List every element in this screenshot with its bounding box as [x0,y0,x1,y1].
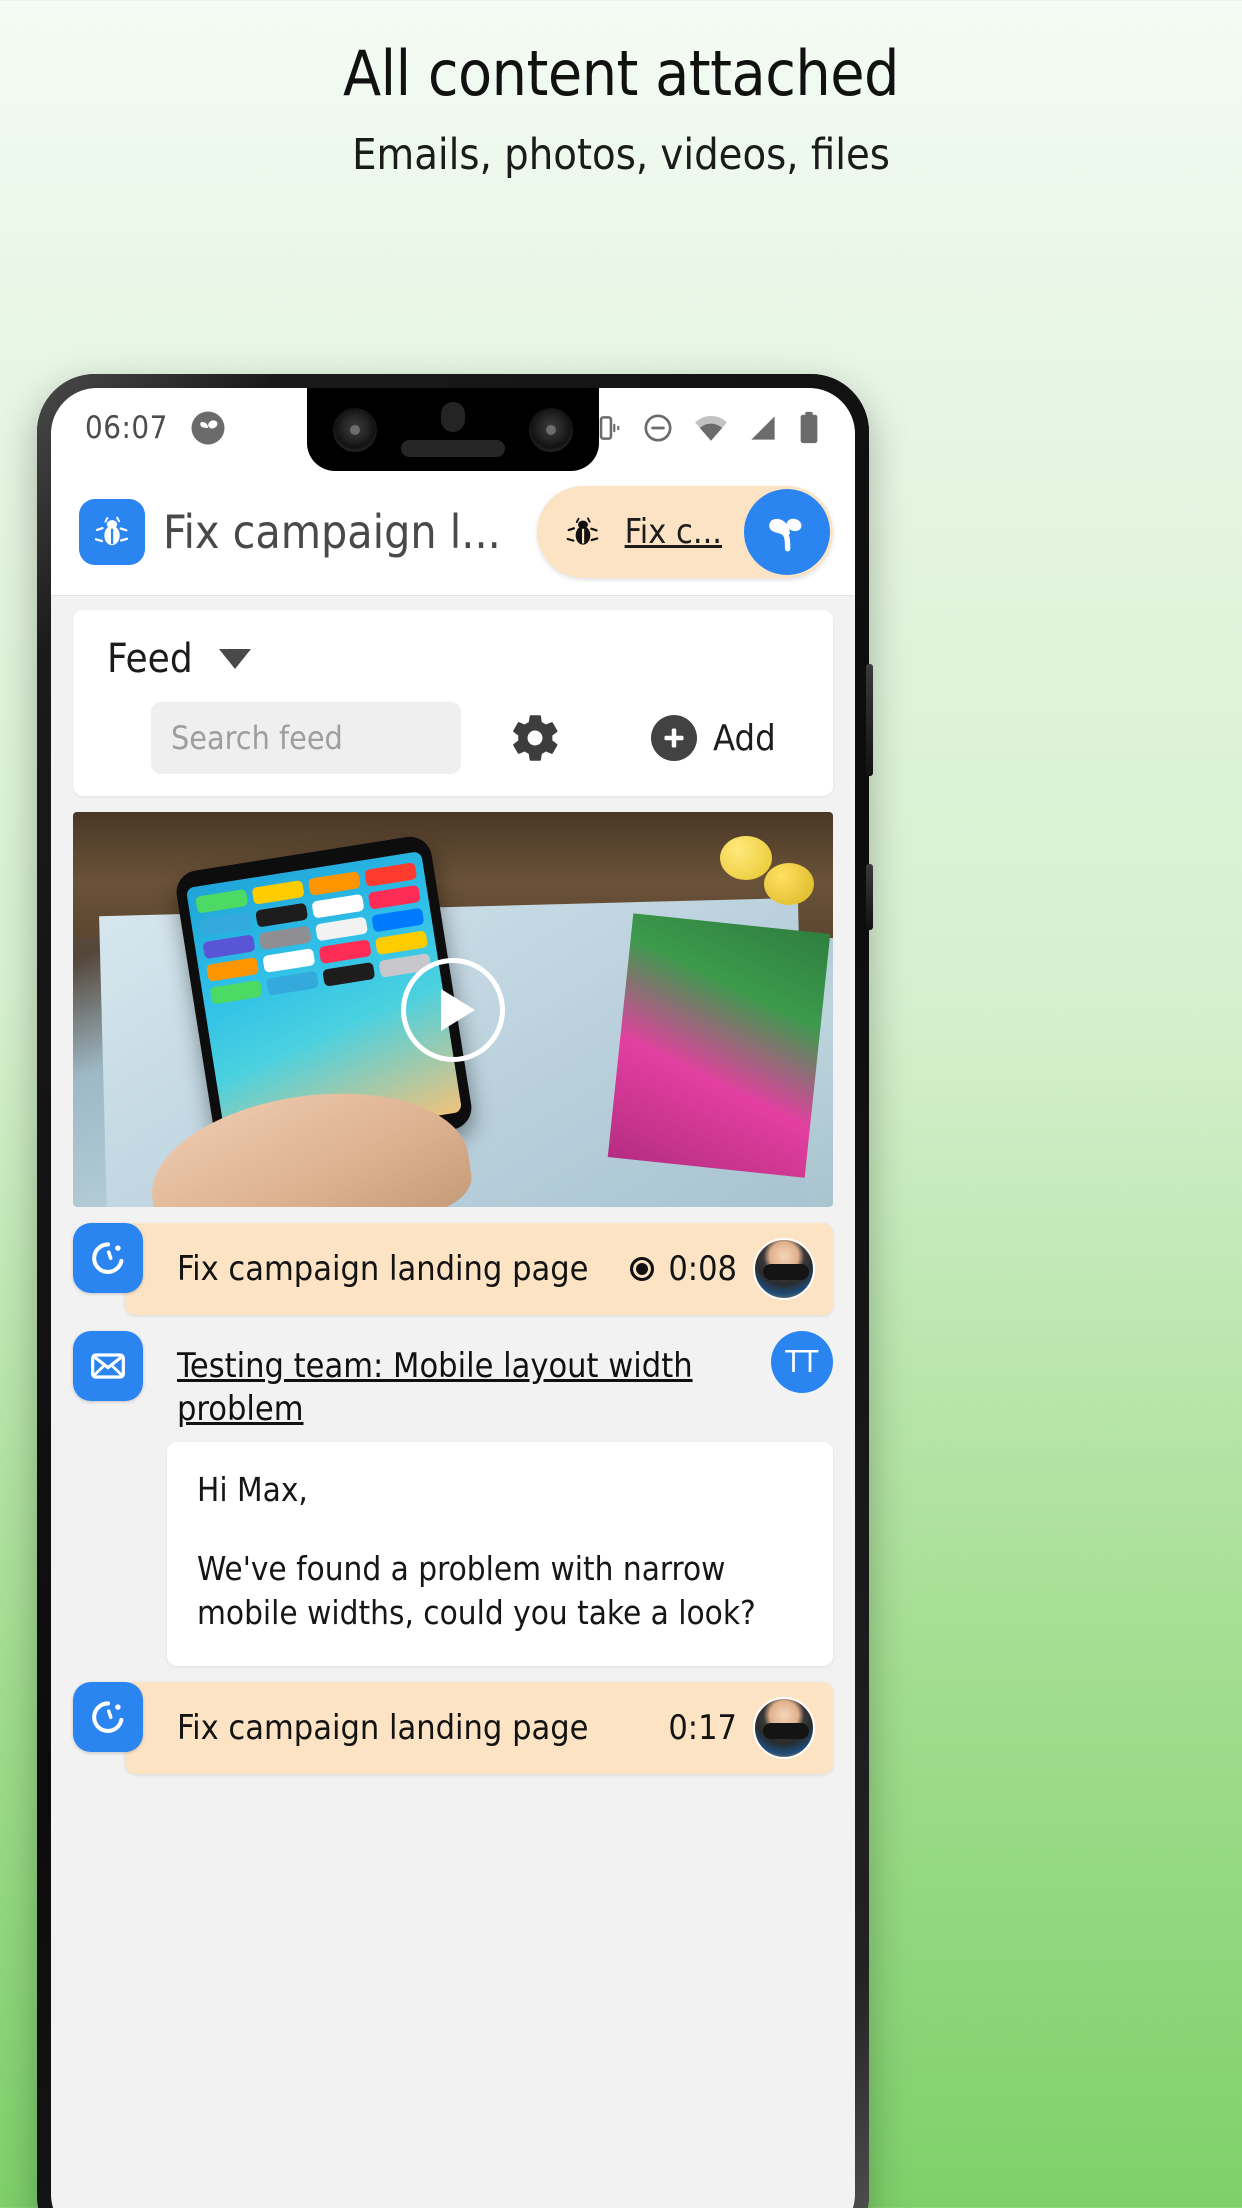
sprout-icon [190,410,226,446]
video-magazine [607,912,831,1178]
timer-icon [73,1223,143,1293]
task-title: Fix campaign landing page [177,1249,589,1289]
feed-toolbar-card: Feed Search feed Add [73,610,833,796]
promo-header: All content attached Emails, photos, vid… [0,0,1242,180]
email-item[interactable]: Testing team: Mobile layout width proble… [125,1331,833,1666]
do-not-disturb-icon [641,411,675,445]
list-item[interactable]: Fix campaign landing page 0:08 [73,1223,833,1315]
search-placeholder: Search feed [171,719,343,757]
task-title: Fix campaign landing page [177,1707,589,1748]
list-item[interactable]: Fix campaign landing page 0:17 [73,1681,833,1774]
status-bar-left: 06:07 [85,410,226,446]
email-body-line: Hi Max, [197,1470,308,1509]
feed-tools-row: Search feed Add [73,682,833,774]
active-task-chip-label: Fix c... [624,511,722,552]
plus-circle-icon [651,715,697,761]
phone-device-frame: 06:07 Fix campaign l... Fix c... Feed Se… [37,374,873,2208]
task-duration: 0:17 [668,1707,737,1748]
task-row[interactable]: Fix campaign landing page 0:17 [125,1681,833,1774]
bug-icon [79,498,145,565]
proximity-sensor-icon [441,402,465,432]
front-camera-left-icon [333,407,377,452]
email-body: Hi Max, We've found a problem with narro… [167,1442,833,1666]
gear-icon [507,710,563,766]
avatar[interactable] [753,1238,815,1300]
feed-label: Feed [107,636,193,682]
list-item[interactable]: Testing team: Mobile layout width proble… [73,1331,833,1666]
front-camera-right-icon [529,407,573,452]
play-icon[interactable] [401,957,505,1062]
status-bar: 06:07 [51,388,855,471]
app-header: Fix campaign l... Fix c... [51,468,855,596]
chevron-down-icon[interactable] [218,649,251,669]
volume-button[interactable] [866,664,873,776]
avatar[interactable]: TT [771,1331,833,1393]
phone-screen-bezel: 06:07 Fix campaign l... Fix c... Feed Se… [51,388,855,2208]
wifi-icon [693,411,729,445]
sprout-icon [762,507,812,557]
phone-screen: 06:07 Fix campaign l... Fix c... Feed Se… [51,388,855,2208]
earpiece-speaker [401,440,505,457]
timer-icon [73,1681,143,1752]
add-button[interactable]: Add [651,715,776,761]
start-tracking-button[interactable] [744,488,830,575]
page-title: Fix campaign l... [163,504,501,559]
battery-icon [797,411,821,445]
status-bar-right [589,411,825,445]
search-input[interactable]: Search feed [151,702,461,774]
status-bar-clock: 06:07 [85,410,168,446]
task-row[interactable]: Fix campaign landing page 0:08 [125,1223,833,1315]
email-body-line: We've found a problem with narrow mobile… [197,1548,756,1633]
avatar[interactable] [753,1696,815,1759]
notch-sensors [401,402,505,457]
promo-subtitle: Emails, photos, videos, files [352,130,890,181]
email-subject[interactable]: Testing team: Mobile layout width proble… [177,1331,771,1430]
add-button-label: Add [713,717,776,759]
recording-indicator-icon [630,1257,655,1281]
bug-icon [563,512,603,552]
settings-button[interactable] [507,710,563,766]
cellular-signal-icon [747,412,779,444]
video-lemon-one [720,835,773,880]
feed-selector[interactable]: Feed [73,636,833,682]
email-header: Testing team: Mobile layout width proble… [125,1331,833,1430]
task-duration: 0:08 [668,1249,737,1289]
power-button[interactable] [866,864,873,930]
display-notch [307,388,599,471]
active-task-chip[interactable]: Fix c... [536,485,833,578]
promo-title: All content attached [343,37,899,110]
feed-content[interactable]: Feed Search feed Add Fix campaign landin… [51,596,855,2208]
video-attachment[interactable] [73,812,833,1207]
envelope-icon [73,1331,143,1401]
